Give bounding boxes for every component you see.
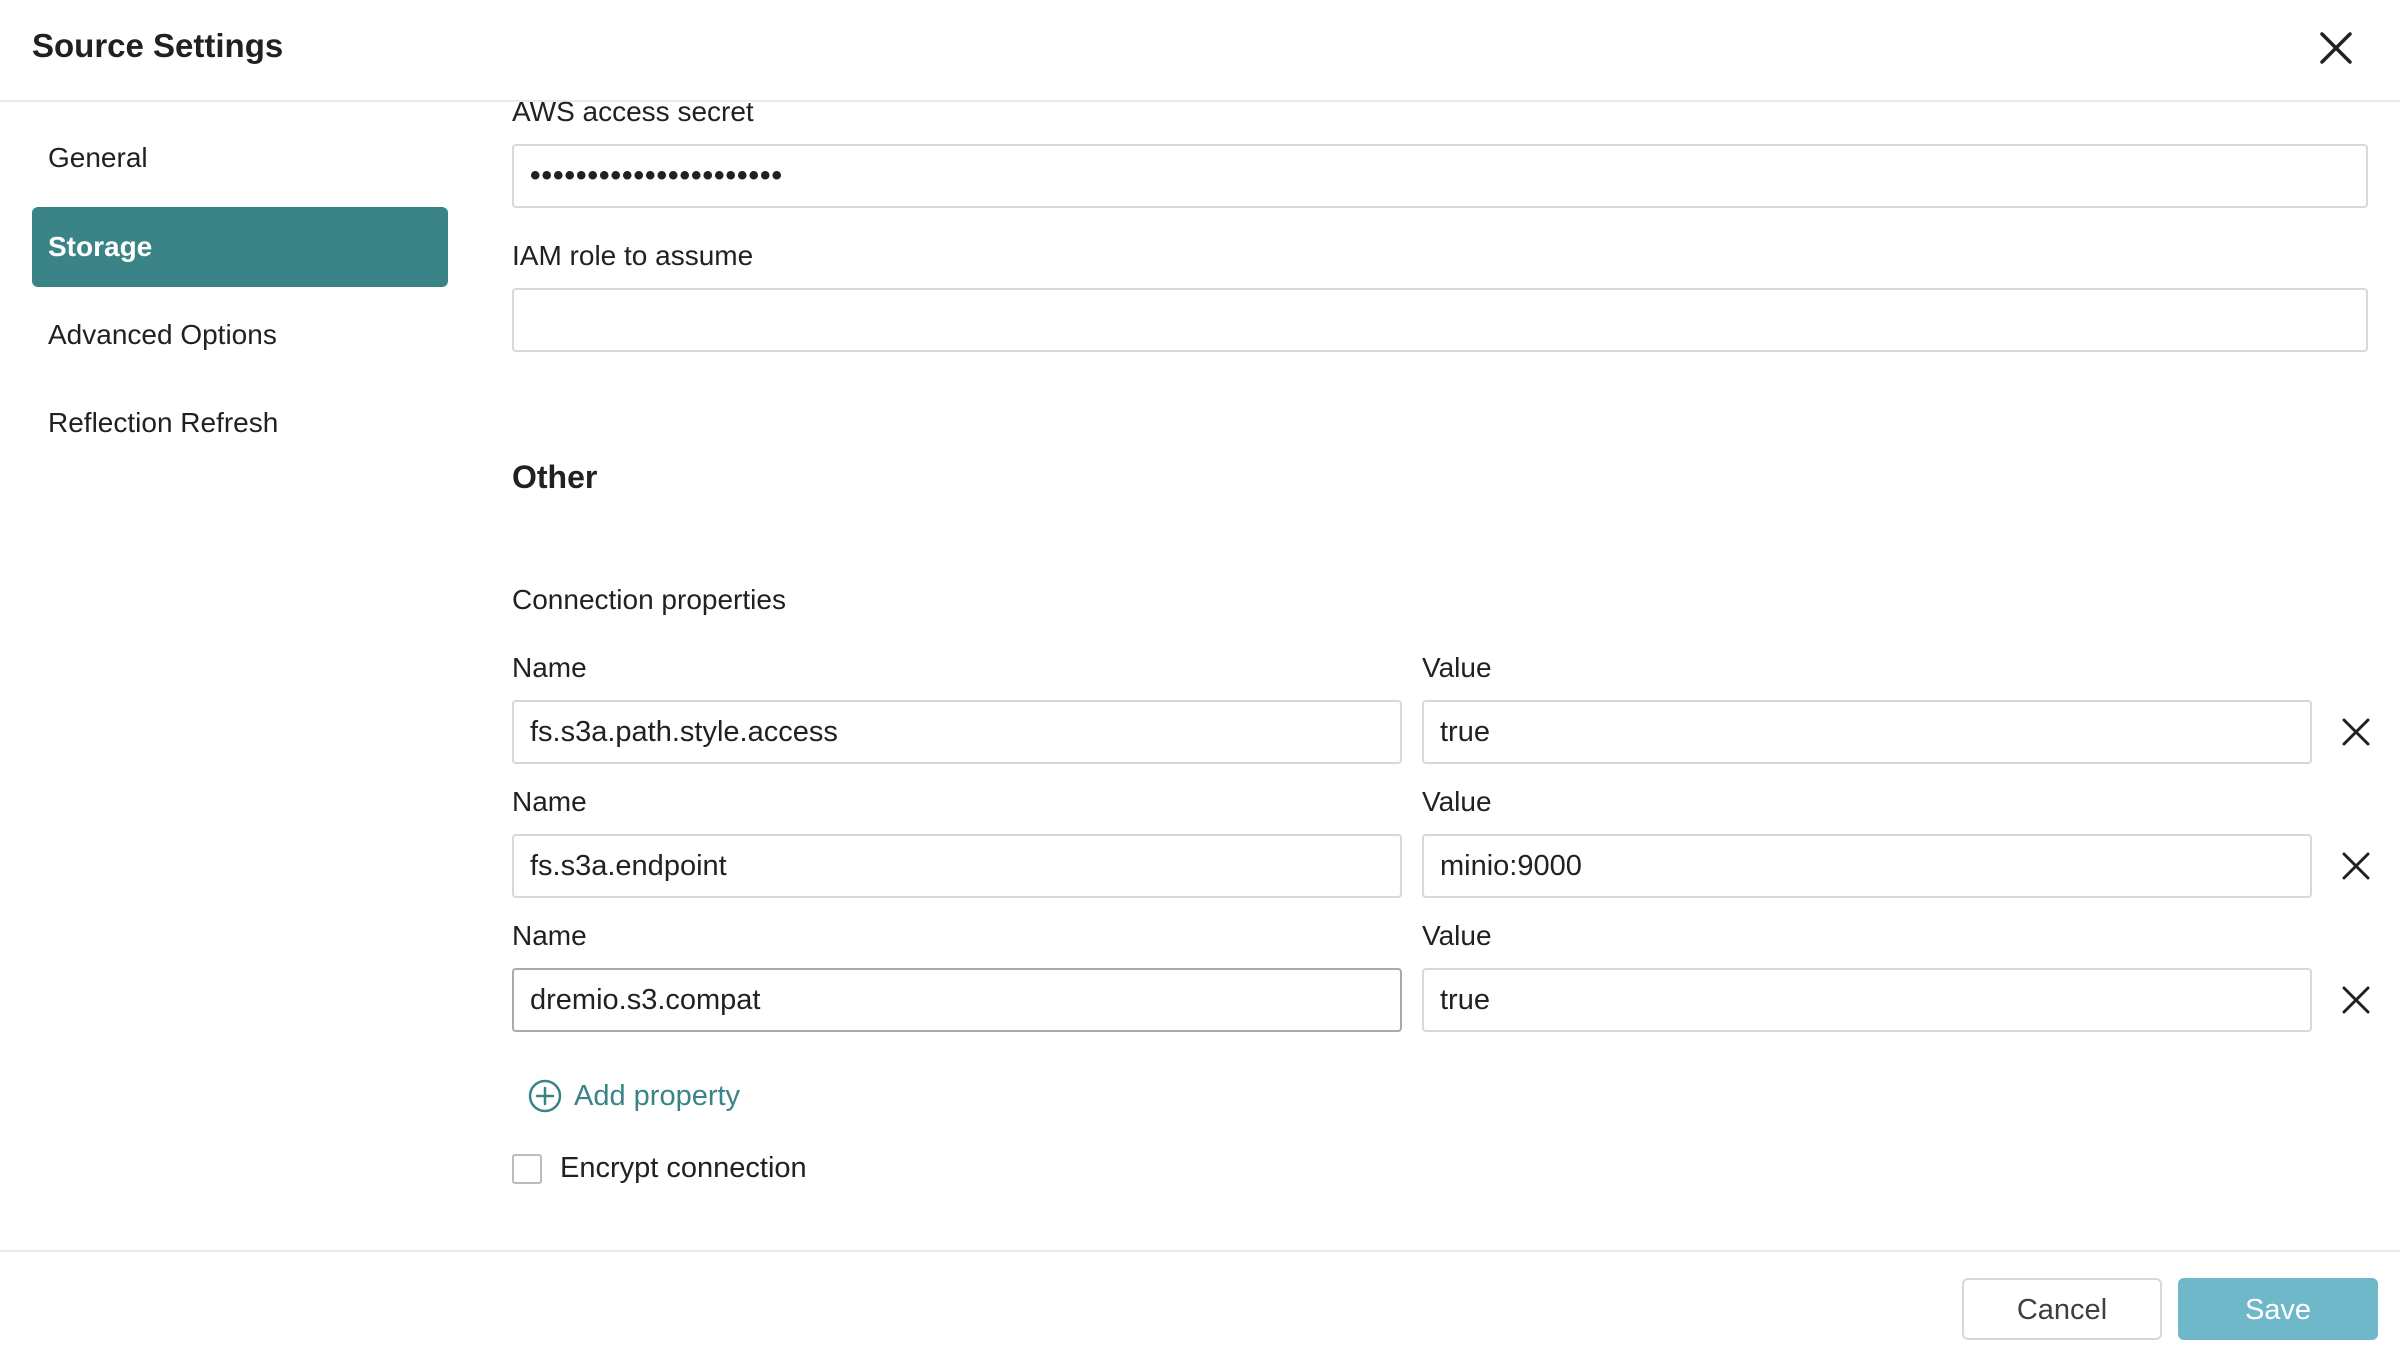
encrypt-connection-row[interactable]: Encrypt connection — [512, 1152, 807, 1185]
iam-role-input[interactable] — [512, 288, 2368, 352]
dialog-title: Source Settings — [32, 27, 284, 64]
close-icon — [2342, 718, 2370, 746]
remove-property-button[interactable] — [2336, 980, 2376, 1020]
property-name-input[interactable]: fs.s3a.endpoint — [512, 834, 1402, 898]
property-name-label: Name — [512, 920, 587, 951]
remove-property-button[interactable] — [2336, 712, 2376, 752]
plus-circle-icon — [528, 1079, 562, 1113]
dialog-footer: Cancel Save — [0, 1250, 2400, 1358]
encrypt-connection-label: Encrypt connection — [560, 1152, 807, 1184]
property-value-input[interactable]: true — [1422, 968, 2312, 1032]
sidebar-item-general[interactable]: General — [32, 118, 448, 198]
property-name-input[interactable]: fs.s3a.path.style.access — [512, 700, 1402, 764]
sidebar-item-advanced-options[interactable]: Advanced Options — [32, 295, 448, 375]
remove-property-button[interactable] — [2336, 846, 2376, 886]
other-section-title: Other — [512, 459, 598, 495]
close-icon — [2342, 986, 2370, 1014]
iam-role-label: IAM role to assume — [512, 240, 754, 271]
aws-secret-input[interactable]: •••••••••••••••••••••• — [512, 144, 2368, 208]
property-value-label: Value — [1422, 920, 1492, 951]
cancel-button[interactable]: Cancel — [1962, 1278, 2162, 1340]
add-property-label: Add property — [574, 1079, 741, 1112]
sidebar-item-storage[interactable]: Storage — [32, 207, 448, 287]
settings-sidebar: General Storage Advanced Options Reflect… — [0, 104, 480, 1250]
encrypt-connection-checkbox[interactable] — [512, 1153, 542, 1184]
add-property-button[interactable]: Add property — [528, 1076, 740, 1116]
aws-secret-value: •••••••••••••••••••••• — [530, 159, 784, 192]
property-value-input[interactable]: minio:9000 — [1422, 834, 2312, 898]
storage-settings-panel: AWS access secret ••••••••••••••••••••••… — [512, 0, 2400, 1250]
property-name-label: Name — [512, 786, 587, 817]
connection-properties-label: Connection properties — [512, 584, 786, 615]
property-name-input[interactable]: dremio.s3.compat — [512, 968, 1402, 1032]
aws-secret-label: AWS access secret — [512, 96, 754, 127]
property-value-input[interactable]: true — [1422, 700, 2312, 764]
property-name-label: Name — [512, 652, 587, 683]
property-value-label: Value — [1422, 786, 1492, 817]
source-settings-dialog: Source Settings General Storage Advanced… — [0, 0, 2400, 1358]
property-value-label: Value — [1422, 652, 1492, 683]
close-icon — [2342, 852, 2370, 880]
sidebar-item-reflection-refresh[interactable]: Reflection Refresh — [32, 383, 448, 463]
save-button[interactable]: Save — [2178, 1278, 2378, 1340]
